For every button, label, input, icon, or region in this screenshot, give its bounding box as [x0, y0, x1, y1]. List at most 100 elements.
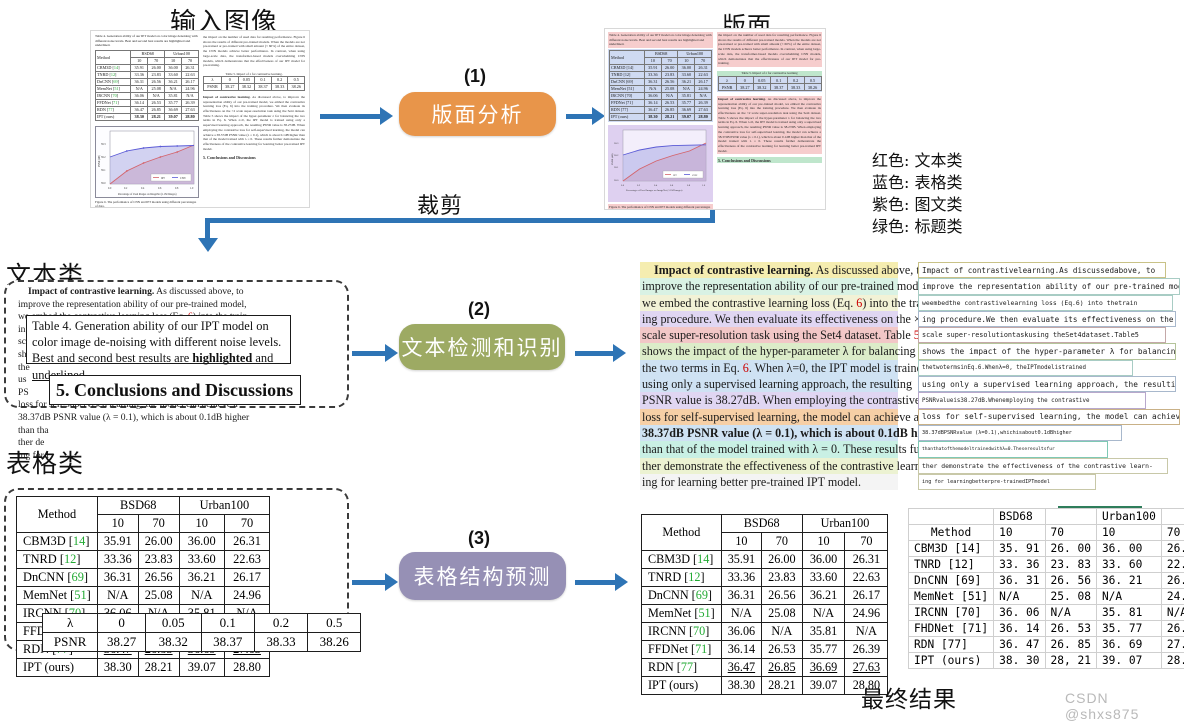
svg-text:38.0: 38.0	[101, 182, 106, 185]
table-row: MemNet [51]N/A25. 08N/A24. 96	[909, 589, 1184, 605]
output-table-structured: BSD68Urban100Method10701070CBM3D [14]35.…	[908, 508, 1184, 669]
crop-label: 裁剪	[417, 188, 463, 220]
table-cell: CBM3D [14]	[909, 541, 994, 557]
ocr-result-line: scale super-resolutiontaskusing theSet4d…	[918, 327, 1166, 343]
table-cell: N/A	[1096, 589, 1161, 605]
cropped-snippet-caption: Table 4. Generation ability of our IPT m…	[26, 315, 291, 364]
table-cell: 35. 81	[1096, 605, 1161, 621]
ocr-result-line: PSNRvalueis38.27dB.Whenemploying the con…	[918, 392, 1146, 408]
svg-text:PSNR (dB): PSNR (dB)	[98, 155, 101, 167]
arrow-to-text-detection-result	[575, 344, 626, 362]
detected-line: ing procedure. We then evaluate its effe…	[640, 311, 898, 327]
table-cell: DnCNN [69]	[909, 573, 994, 589]
table-header-cell: 10	[1096, 525, 1161, 541]
detected-line: ing for learning better pre-trained IPT …	[640, 474, 898, 490]
table-row: IPT (ours)38. 3028, 2139. 0728. 80	[909, 653, 1184, 669]
process-box-layout-analysis[interactable]: 版面分析	[399, 92, 556, 136]
svg-text:0.2: 0.2	[637, 184, 641, 187]
table-cell: 38. 30	[994, 653, 1045, 669]
table-cell: N/A	[1161, 605, 1184, 621]
table-header-cell	[1161, 509, 1184, 525]
svg-text:38.3: 38.3	[101, 143, 106, 146]
paper-right-para2-mini: Impact of contrastive learning. As discu…	[203, 95, 305, 151]
svg-text:38.1: 38.1	[101, 169, 106, 172]
svg-text:0.4: 0.4	[141, 187, 145, 190]
table-cell: 35. 91	[994, 541, 1045, 557]
legend-item-figure: 紫色: 图文类	[872, 194, 962, 216]
table-cell: 28. 80	[1161, 653, 1184, 669]
text-detection-result: Impact of contrastive learning. As discu…	[640, 262, 898, 490]
table-header-cell: Method	[909, 525, 994, 541]
psnr-row-label: PSNR	[43, 633, 98, 652]
arrow-to-layout-analysis	[320, 107, 393, 125]
figure6-chart-mini: 38.338.238.138.0 0.00.20.40.60.81.0 Perc…	[95, 126, 199, 198]
table-cell: 26. 17	[1161, 573, 1184, 589]
table-cell: FHDNet [71]	[909, 621, 994, 637]
table-cell: 36. 14	[994, 621, 1045, 637]
lambda-row-label: λ	[43, 614, 98, 633]
section-title-table-class: 表格类	[6, 444, 84, 480]
table-header-cell: Urban100	[1096, 509, 1161, 525]
table-cell: 36. 47	[994, 637, 1045, 653]
figure6-svg-layout: 38.338.238.138.0 0.00.20.40.60.81.0 Perc…	[610, 127, 710, 195]
detected-line: PSNR value is 38.27dB. When employing th…	[640, 392, 898, 408]
table-cell: 27. 63	[1161, 637, 1184, 653]
figure6-caption-mini: Figure 6. The performance of CNN and IPT…	[95, 200, 199, 208]
table-cell: MemNet [51]	[909, 589, 994, 605]
table-cell: 36. 69	[1096, 637, 1161, 653]
svg-text:Percentage of Used Images on I: Percentage of Used Images on ImageNet (1…	[118, 193, 177, 196]
table-class-container: Method BSD68 Urban100 10701070 CBM3D [14…	[4, 488, 349, 651]
legend: 红色: 文本类 蓝色: 表格类 紫色: 图文类 绿色: 标题类	[872, 150, 962, 238]
process-box-table-structure-prediction[interactable]: 表格结构预测	[399, 552, 566, 600]
layout-analysis-result-thumbnail: Table 4. Generation ability of our IPT m…	[604, 28, 826, 210]
table-header-cell: 10	[994, 525, 1045, 541]
ocr-result-line: improve the representation ability of ou…	[918, 278, 1180, 294]
svg-text:CNN: CNN	[692, 174, 697, 177]
table-cell: TNRD [12]	[909, 557, 994, 573]
ocr-result-line: weembedthe contrastivelearning loss (Eq.…	[918, 295, 1173, 311]
detected-line: loss for self-supervised learning, the m…	[640, 409, 898, 425]
paper-right-para1-mini: the impact on the number of used data fo…	[203, 35, 305, 68]
table-header-cell: 70	[1161, 525, 1184, 541]
process-box-text-detection-recognition[interactable]: 文本检测和识别	[399, 324, 565, 370]
svg-text:Percentage of Used Images on I: Percentage of Used Images on ImageNet (1…	[626, 189, 683, 192]
svg-text:0.8: 0.8	[687, 184, 691, 187]
text-class-container: Impact of contrastive learning. As discu…	[4, 280, 349, 408]
table-cell: 36. 06	[994, 605, 1045, 621]
watermark: CSDN @shxs875	[1065, 690, 1184, 722]
svg-text:IPT: IPT	[673, 174, 677, 177]
detected-line: the two terms in Eq. 6. When λ=0, the IP…	[640, 360, 898, 376]
ocr-result-line: thetwotermsinEq.6.Whenλ=0, theIPTmodelis…	[918, 360, 1133, 376]
legend-item-heading: 绿色: 标题类	[872, 216, 962, 238]
table-row: RDN [77]36. 4726. 8536. 6927. 63	[909, 637, 1184, 653]
table-cell: IPT (ours)	[909, 653, 994, 669]
ocr-result-line: ther demonstrate the effectiveness of th…	[918, 458, 1168, 474]
step-3-number: (3)	[468, 528, 490, 549]
table-header-urban100: Urban100	[179, 497, 270, 515]
cropped-snippet-heading-text: 5. Conclusions and Discussions	[56, 380, 293, 401]
svg-text:38.3: 38.3	[614, 142, 619, 145]
layout-region-text-caption: Table 4. Generation ability of our IPT m…	[608, 32, 713, 48]
arrow-to-table-result	[575, 573, 628, 591]
detected-line: Impact of contrastive learning. As discu…	[640, 262, 898, 278]
table-cell: 39. 07	[1096, 653, 1161, 669]
detected-line: improve the representation ability of ou…	[640, 278, 898, 294]
table-cell: 36. 00	[1096, 541, 1161, 557]
svg-text:38.2: 38.2	[614, 154, 619, 157]
layout-region-section-heading: 5. Conclusions and Discussions	[717, 157, 822, 163]
mini-table-5: λ00.050.10.20.5 PSNR38.2738.3238.3738.33…	[203, 76, 305, 91]
step-1-number: (1)	[464, 66, 486, 87]
svg-text:1.0: 1.0	[190, 187, 194, 190]
layout-region-figure-caption: Figure 6. The performance of CNN and IPT…	[608, 204, 713, 210]
arrow-to-layout-result	[566, 107, 605, 125]
table-cell: IRCNN [70]	[909, 605, 994, 621]
table-cell: 28, 21	[1045, 653, 1096, 669]
ocr-result-line: ing procedure.We then evaluate its effec…	[918, 311, 1176, 327]
ocr-result-line: using only a supervised learning approac…	[918, 376, 1176, 392]
detected-line: than that of the model trained with λ = …	[640, 441, 898, 457]
table-header-method: Method	[17, 497, 98, 533]
table-header-cell: 70	[1045, 525, 1096, 541]
svg-text:IPT: IPT	[161, 177, 165, 180]
detected-line: scale super-resolution task using the Se…	[640, 327, 898, 343]
svg-text:0.0: 0.0	[108, 187, 112, 190]
